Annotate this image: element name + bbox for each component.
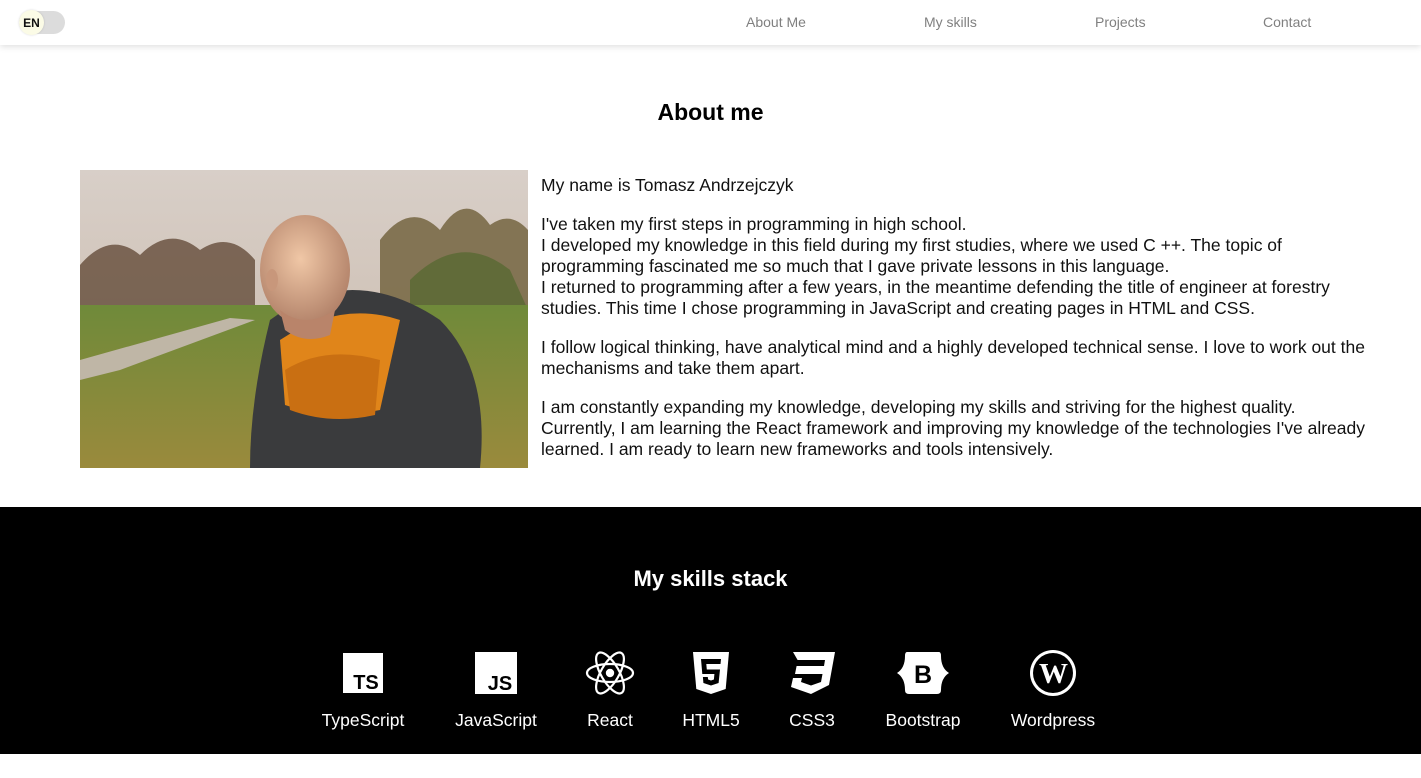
about-title: About me [657, 99, 764, 125]
skill-label: JavaScript [455, 710, 537, 730]
skill-label: Wordpress [1010, 710, 1096, 730]
wordpress-icon: W [993, 650, 1113, 696]
svg-text:B: B [914, 661, 932, 689]
top-navbar: EN About Me My skills Projects Contact [0, 0, 1421, 45]
about-goals: I am constantly expanding my knowledge, … [541, 397, 1365, 459]
skill-label: Bootstrap [885, 710, 961, 730]
bootstrap-icon: B [863, 650, 983, 696]
about-history-line-3: I returned to programming after a few ye… [541, 277, 1330, 318]
about-traits: I follow logical thinking, have analytic… [541, 337, 1365, 378]
skill-javascript: JS JavaScript [436, 650, 556, 731]
nav-link-my-skills[interactable]: My skills [924, 14, 977, 30]
profile-photo [80, 170, 528, 468]
about-history-line-1: I've taken my first steps in programming… [541, 214, 967, 234]
skill-bootstrap: B Bootstrap [863, 650, 983, 731]
javascript-icon: JS [436, 650, 556, 696]
nav-link-projects[interactable]: Projects [1095, 14, 1146, 30]
css3-icon [752, 650, 872, 696]
skill-wordpress: W Wordpress [993, 650, 1113, 731]
skill-label: CSS3 [789, 710, 835, 730]
about-intro: My name is Tomasz Andrzejczyk [541, 175, 794, 195]
typescript-icon: TS [303, 650, 423, 696]
svg-text:TS: TS [353, 672, 379, 693]
about-description: My name is Tomasz Andrzejczyk I've taken… [541, 175, 1371, 478]
svg-text:W: W [1039, 658, 1068, 690]
language-toggle[interactable]: EN [19, 10, 65, 35]
skills-section: My skills stack TS TypeScript JS JavaScr… [0, 507, 1421, 754]
skill-typescript: TS TypeScript [303, 650, 423, 731]
nav-link-about-me[interactable]: About Me [746, 14, 806, 30]
skills-title: My skills stack [633, 566, 788, 591]
nav-link-contact[interactable]: Contact [1263, 14, 1311, 30]
language-toggle-knob[interactable]: EN [19, 10, 44, 35]
skill-label: TypeScript [321, 710, 405, 730]
about-history: I've taken my first steps in programming… [541, 214, 1371, 319]
skill-css3: CSS3 [752, 650, 872, 731]
about-history-line-2: I developed my knowledge in this field d… [541, 235, 1282, 276]
svg-text:JS: JS [488, 673, 512, 694]
